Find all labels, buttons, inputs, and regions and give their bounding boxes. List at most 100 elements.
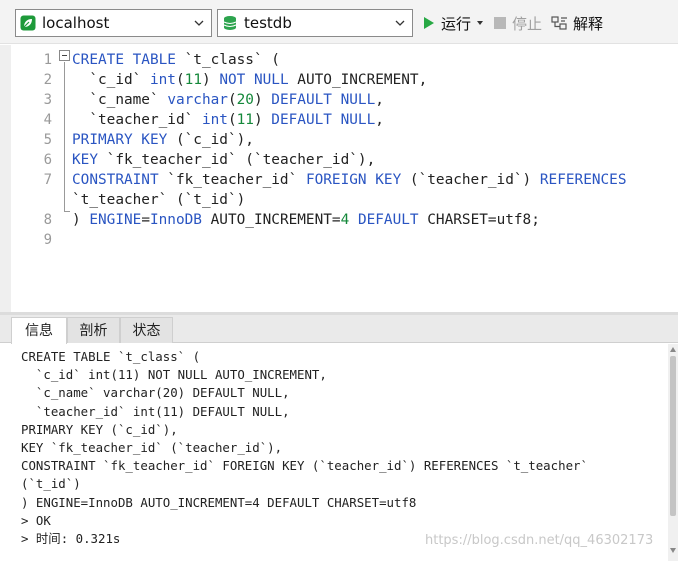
line-number: 4 xyxy=(43,112,52,128)
output-line: CONSTRAINT `fk_teacher_id` FOREIGN KEY (… xyxy=(21,458,588,474)
output-line: ) ENGINE=InnoDB AUTO_INCREMENT=4 DEFAULT… xyxy=(21,494,417,510)
editor-left-margin xyxy=(0,45,11,312)
sql-text: ( xyxy=(227,112,237,128)
stop-button[interactable]: 停止 xyxy=(494,12,542,34)
message-output: CREATE TABLE `t_class` ( `c_id` int(11) … xyxy=(0,344,668,561)
sql-keyword: FOREIGN KEY xyxy=(305,172,402,188)
result-tabs: 信息 剖析 状态 xyxy=(0,315,678,344)
leaf-connection-icon xyxy=(20,15,36,31)
sql-text: AUTO_INCREMENT= xyxy=(201,212,341,228)
line-number: 7 xyxy=(43,172,52,188)
sql-text: ( xyxy=(227,92,237,108)
output-line: `c_id` int(11) NOT NULL AUTO_INCREMENT, xyxy=(21,367,327,383)
code-line[interactable]: `t_teacher` (`t_id`) xyxy=(72,190,245,210)
sql-text: CHARSET=utf8; xyxy=(418,212,540,228)
sql-keyword: DEFAULT xyxy=(357,212,419,228)
sql-keyword: int xyxy=(149,72,176,88)
toolbar: localhost testdb 运行 停止 解释 xyxy=(0,0,678,44)
line-number-gutter: 1 2 3 4 5 6 7 8 9 xyxy=(11,45,56,312)
sql-text: `fk_teacher_id` (`teacher_id`), xyxy=(98,152,376,168)
line-number: 8 xyxy=(43,212,52,228)
scroll-down-arrow-icon[interactable] xyxy=(670,548,676,553)
tab-info[interactable]: 信息 xyxy=(11,317,67,344)
sql-text: ) xyxy=(253,92,272,108)
run-button[interactable]: 运行 xyxy=(423,12,484,34)
database-icon xyxy=(223,16,237,30)
code-line[interactable]: `c_name` varchar(20) DEFAULT NULL, xyxy=(72,90,384,110)
fold-collapse-icon[interactable] xyxy=(59,50,70,61)
sql-text: , xyxy=(375,112,384,128)
line-number: 2 xyxy=(43,72,52,88)
sql-text: (`c_id`), xyxy=(167,132,254,148)
line-number: 1 xyxy=(43,52,52,68)
sql-keyword: int xyxy=(201,112,228,128)
sql-keyword: varchar xyxy=(167,92,228,108)
tab-status[interactable]: 状态 xyxy=(120,317,173,343)
run-label: 运行 xyxy=(441,14,472,33)
sql-text: (`teacher_id`) xyxy=(401,172,540,188)
sql-keyword: PRIMARY KEY xyxy=(72,132,168,148)
output-line: PRIMARY KEY (`c_id`), xyxy=(21,421,178,437)
sql-text: = xyxy=(141,212,150,228)
tab-analyze[interactable]: 剖析 xyxy=(67,317,120,343)
sql-text: AUTO_INCREMENT, xyxy=(288,72,428,88)
sql-keyword: ENGINE xyxy=(89,212,142,228)
sql-number: 20 xyxy=(236,92,254,108)
play-icon xyxy=(424,17,434,29)
sql-keyword: InnoDB xyxy=(149,212,202,228)
sql-number: 11 xyxy=(236,112,254,128)
sql-number: 4 xyxy=(340,212,350,228)
output-line: > 时间: 0.321s xyxy=(21,531,121,546)
sql-number: 11 xyxy=(184,72,202,88)
sql-text: ) xyxy=(72,212,90,228)
sql-keyword: NOT NULL xyxy=(219,72,289,88)
sql-text: ) xyxy=(253,112,272,128)
sql-keyword: DEFAULT NULL xyxy=(271,92,376,108)
sql-text: `fk_teacher_id` xyxy=(158,172,306,188)
sql-keyword: DEFAULT NULL xyxy=(271,112,376,128)
sql-text: `c_id` xyxy=(72,72,150,88)
stop-icon xyxy=(494,17,506,29)
line-number: 3 xyxy=(43,92,52,108)
line-number: 6 xyxy=(43,152,52,168)
output-line: `c_name` varchar(20) DEFAULT NULL, xyxy=(21,385,290,401)
explain-label: 解释 xyxy=(573,14,604,33)
sql-keyword: REFERENCES xyxy=(539,172,627,188)
code-line[interactable]: ) ENGINE=InnoDB AUTO_INCREMENT=4 DEFAULT… xyxy=(72,210,540,230)
scroll-up-arrow-icon[interactable] xyxy=(670,347,676,352)
sql-text: `t_teacher` (`t_id`) xyxy=(72,192,246,208)
stop-label: 停止 xyxy=(512,14,543,33)
line-number: 9 xyxy=(43,232,52,248)
explain-button[interactable]: 解释 xyxy=(551,12,603,34)
sql-text: `c_name` xyxy=(72,92,168,108)
code-line[interactable]: KEY `fk_teacher_id` (`teacher_id`), xyxy=(72,150,375,170)
output-line: KEY `fk_teacher_id` (`teacher_id`), xyxy=(21,440,283,455)
fold-guide xyxy=(64,62,65,212)
scrollbar-thumb[interactable] xyxy=(670,356,676,516)
code-line[interactable]: `c_id` int(11) NOT NULL AUTO_INCREMENT, xyxy=(72,70,427,90)
connection-select[interactable]: localhost xyxy=(15,9,212,37)
watermark: https://blog.csdn.net/qq_46302173 xyxy=(425,533,654,548)
sql-text: , xyxy=(375,92,384,108)
line-number: 5 xyxy=(43,132,52,148)
chevron-down-icon xyxy=(194,20,204,26)
code-line[interactable]: CREATE TABLE `t_class` ( xyxy=(72,50,280,70)
output-line: CREATE TABLE `t_class` ( xyxy=(21,349,201,364)
output-line: (`t_id`) xyxy=(21,476,81,492)
sql-text: ) xyxy=(201,72,220,88)
chevron-down-icon xyxy=(395,20,405,26)
code-line[interactable]: PRIMARY KEY (`c_id`), xyxy=(72,130,254,150)
connection-select-value: localhost xyxy=(42,14,110,32)
run-dropdown-icon[interactable] xyxy=(476,19,484,27)
sql-text: `teacher_id` xyxy=(72,112,202,128)
sql-keyword: CONSTRAINT xyxy=(72,172,159,188)
database-select[interactable]: testdb xyxy=(217,9,413,37)
explain-icon xyxy=(551,16,567,30)
database-select-value: testdb xyxy=(244,14,292,32)
line-number xyxy=(12,190,52,210)
sql-keyword: KEY xyxy=(72,152,98,168)
code-line[interactable]: `teacher_id` int(11) DEFAULT NULL, xyxy=(72,110,384,130)
fold-guide-end xyxy=(64,211,70,212)
sql-text: `t_class` ( xyxy=(175,52,280,68)
code-line[interactable]: CONSTRAINT `fk_teacher_id` FOREIGN KEY (… xyxy=(72,170,627,190)
